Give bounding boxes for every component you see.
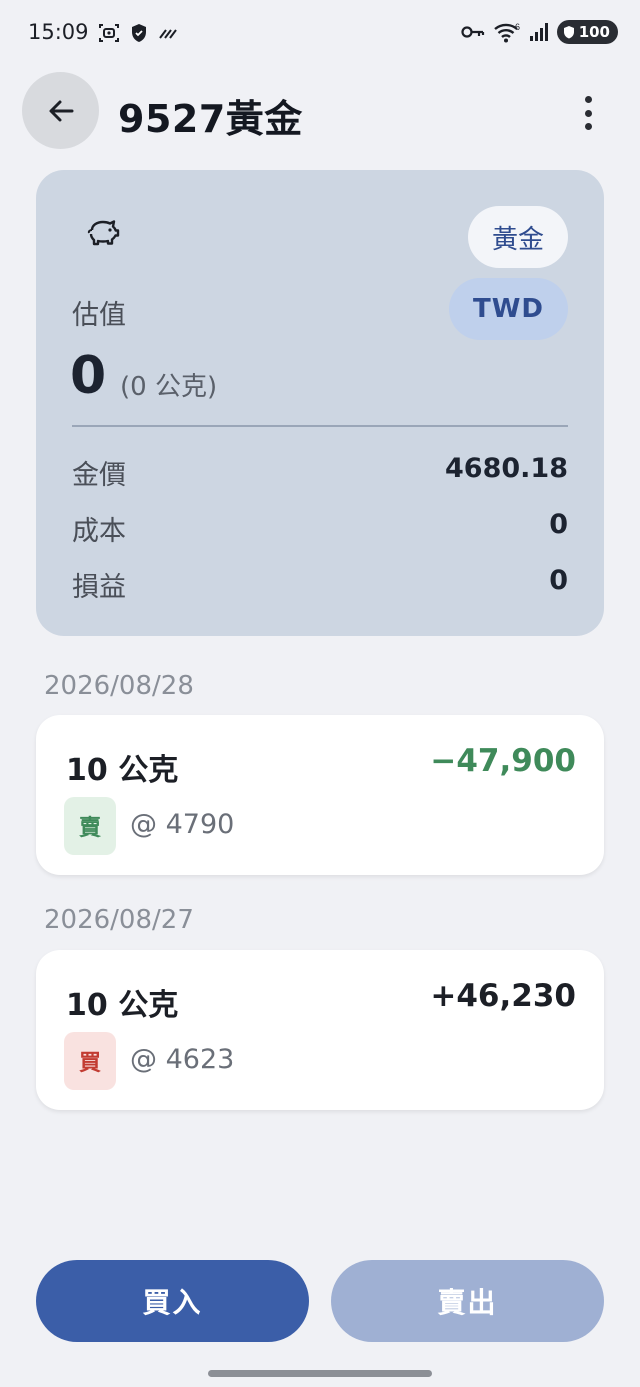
summary-card: 黃金 TWD 估值 0 (0 公克) 金價 4680.18 成本 0 損益 0	[36, 170, 604, 636]
estimate-label: 估值	[72, 300, 126, 331]
transaction-quantity: 10 公克	[66, 753, 179, 788]
asset-type-chip[interactable]: 黃金	[467, 206, 568, 268]
cell-signal-icon	[529, 23, 548, 41]
summary-divider	[72, 425, 568, 427]
page-title: 9527黃金	[118, 97, 303, 141]
transaction-amount: −47,900	[430, 743, 576, 779]
cost-label: 成本	[72, 516, 126, 547]
battery-indicator: 100	[556, 20, 618, 44]
transaction-quantity: 10 公克	[66, 988, 179, 1023]
currency-chip[interactable]: TWD	[449, 278, 568, 340]
profit-loss-label: 損益	[72, 572, 126, 603]
more-options-button[interactable]	[576, 96, 600, 130]
status-left-icons	[98, 22, 178, 44]
transaction-card[interactable]: 10 公克 −47,900 賣 @ 4790	[36, 715, 604, 875]
transaction-card[interactable]: 10 公克 +46,230 買 @ 4623	[36, 950, 604, 1110]
buy-button[interactable]: 買入	[36, 1260, 309, 1342]
battery-level: 100	[578, 23, 610, 41]
transaction-date: 2026/08/28	[44, 671, 194, 701]
sell-badge: 賣	[64, 797, 116, 855]
gold-price-label: 金價	[72, 460, 126, 491]
shield-icon	[132, 24, 146, 42]
sell-button[interactable]: 賣出	[331, 1260, 604, 1342]
screenshot-icon	[99, 24, 119, 42]
gold-price-value: 4680.18	[445, 453, 568, 484]
transaction-date: 2026/08/27	[44, 905, 194, 935]
wifi-icon: 6	[493, 22, 520, 43]
profit-loss-value: 0	[549, 565, 568, 596]
piggy-bank-icon	[87, 220, 120, 246]
estimate-value: 0	[70, 346, 107, 406]
transaction-price: @ 4623	[130, 1044, 235, 1075]
more-vert-icon	[584, 96, 592, 103]
status-right-icons: 6 100	[461, 20, 618, 44]
transaction-amount: +46,230	[430, 978, 576, 1014]
cost-value: 0	[549, 509, 568, 540]
transaction-price: @ 4790	[130, 809, 235, 840]
home-indicator[interactable]	[208, 1370, 432, 1377]
status-time: 15:09	[28, 20, 89, 44]
arrow-back-icon	[49, 100, 73, 121]
svg-text:6: 6	[515, 22, 520, 32]
status-bar: 15:09 6 100	[0, 0, 640, 68]
estimate-grams: (0 公克)	[120, 372, 218, 402]
battery-shield-icon	[563, 26, 574, 39]
back-button[interactable]	[22, 72, 99, 149]
buy-badge: 買	[64, 1032, 116, 1090]
vpn-key-icon	[461, 26, 484, 38]
no-signal-icon	[159, 29, 177, 39]
